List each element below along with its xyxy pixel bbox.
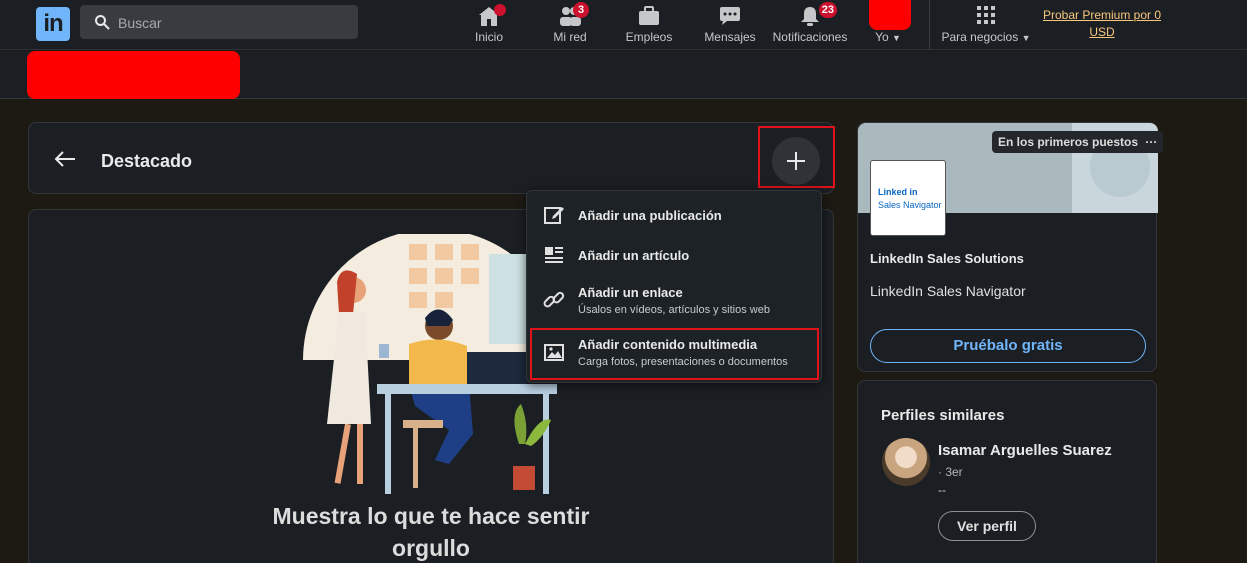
highlight-add-media [530, 328, 819, 380]
nav-messaging-label: Mensajes [704, 30, 756, 44]
sales-navigator-logo[interactable]: Linked in Sales Navigator [870, 160, 946, 236]
empty-state-headline-1: Muestra lo que te hace sentir [272, 503, 590, 529]
ad-promoted-label: En los primeros puestos [998, 135, 1139, 149]
similar-profile-name[interactable]: Isamar Arguelles Suarez [938, 442, 1112, 459]
menu-item-add-article[interactable]: Añadir un artículo [527, 235, 823, 275]
highlight-add-button [758, 126, 835, 188]
nav-for-business-label-wrap: Para negocios ▼ [940, 30, 1032, 44]
nav-jobs[interactable]: Empleos [622, 0, 676, 50]
menu-item-add-post-label: Añadir una publicación [578, 208, 722, 223]
more-options-icon[interactable]: ··· [1145, 135, 1157, 149]
search-icon [95, 15, 110, 30]
sales-navigator-logo-line1: Linked in [878, 187, 918, 197]
ad-promoted-tag[interactable]: En los primeros puestos ··· [992, 131, 1164, 153]
people-icon: 3 [557, 2, 589, 27]
chevron-down-icon: ▼ [892, 33, 901, 43]
sponsored-ad-card: En los primeros puestos ··· Linked in Sa… [857, 122, 1164, 372]
nav-home[interactable]: Inicio [466, 0, 512, 50]
similar-profile-headline: -- [938, 483, 946, 497]
menu-item-add-article-label: Añadir un artículo [578, 248, 690, 263]
home-icon [476, 4, 506, 27]
menu-item-add-link-label: Añadir un enlace [578, 285, 683, 300]
grid-icon [973, 5, 999, 27]
nav-me[interactable]: Yo ▼ [866, 0, 910, 50]
view-profile-button[interactable]: Ver perfil [938, 511, 1036, 541]
back-arrow-icon[interactable] [53, 147, 77, 171]
nav-for-business[interactable]: Para negocios ▼ [940, 0, 1032, 50]
ad-product-name: LinkedIn Sales Navigator [870, 283, 1026, 299]
try-premium-line2: USD [1089, 25, 1115, 39]
ad-company-name[interactable]: LinkedIn Sales Solutions [870, 251, 1024, 266]
nav-messaging[interactable]: Mensajes [702, 0, 758, 50]
similar-profiles-title: Perfiles similares [881, 407, 1005, 424]
menu-item-add-link[interactable]: Añadir un enlace Úsalos en vídeos, artíc… [527, 277, 823, 317]
menu-item-add-link-subtitle: Úsalos en vídeos, artículos y sitios web [578, 304, 770, 316]
edit-icon [544, 207, 564, 224]
nav-my-network-label: Mi red [553, 30, 587, 44]
nav-notifications-label: Notificaciones [772, 30, 848, 44]
nav-divider [929, 0, 930, 50]
nav-my-network[interactable]: 3 Mi red [548, 0, 592, 50]
sales-navigator-logo-line2: Sales Navigator [878, 200, 942, 210]
link-icon [543, 291, 565, 308]
nav-home-label: Inicio [474, 30, 503, 44]
menu-item-add-post[interactable]: Añadir una publicación [527, 195, 823, 235]
similar-profile-degree: · 3er [938, 465, 963, 479]
empty-state-headline-2: orgullo [392, 535, 470, 561]
nav-notifications[interactable]: 23 Notificaciones [770, 0, 850, 50]
similar-profiles-card: Perfiles similares Isamar Arguelles Suar… [857, 380, 1157, 563]
nav-home-badge [494, 4, 506, 16]
nav-my-network-badge: 3 [573, 2, 589, 18]
featured-header-card: Destacado [28, 122, 834, 194]
nav-jobs-label: Empleos [625, 30, 673, 44]
nav-me-label-wrap: Yo ▼ [866, 30, 910, 44]
article-icon [545, 247, 563, 263]
try-premium-line1: Probar Premium por 0 [1042, 8, 1162, 22]
page-title: Destacado [101, 151, 193, 171]
redacted-profile-name [27, 51, 240, 99]
bell-icon: 23 [797, 2, 837, 27]
avatar[interactable] [882, 438, 930, 486]
try-free-button[interactable]: Pruébalo gratis [870, 329, 1146, 363]
nav-me-label: Yo [875, 30, 889, 44]
try-premium-link[interactable]: Probar Premium por 0 USD [1040, 7, 1164, 41]
briefcase-icon [636, 5, 662, 27]
linkedin-logo[interactable]: in [36, 7, 70, 41]
nav-for-business-label: Para negocios [941, 30, 1019, 44]
nav-notifications-badge: 23 [818, 2, 837, 18]
top-navigation-bar: in Buscar Inicio 3 Mi red Empleos Mensaj… [0, 0, 1247, 50]
search-input[interactable]: Buscar [118, 15, 162, 31]
profile-sub-bar [0, 51, 1247, 99]
message-icon [717, 5, 743, 27]
search-box[interactable]: Buscar [80, 5, 358, 39]
chevron-down-icon: ▼ [1021, 33, 1031, 43]
